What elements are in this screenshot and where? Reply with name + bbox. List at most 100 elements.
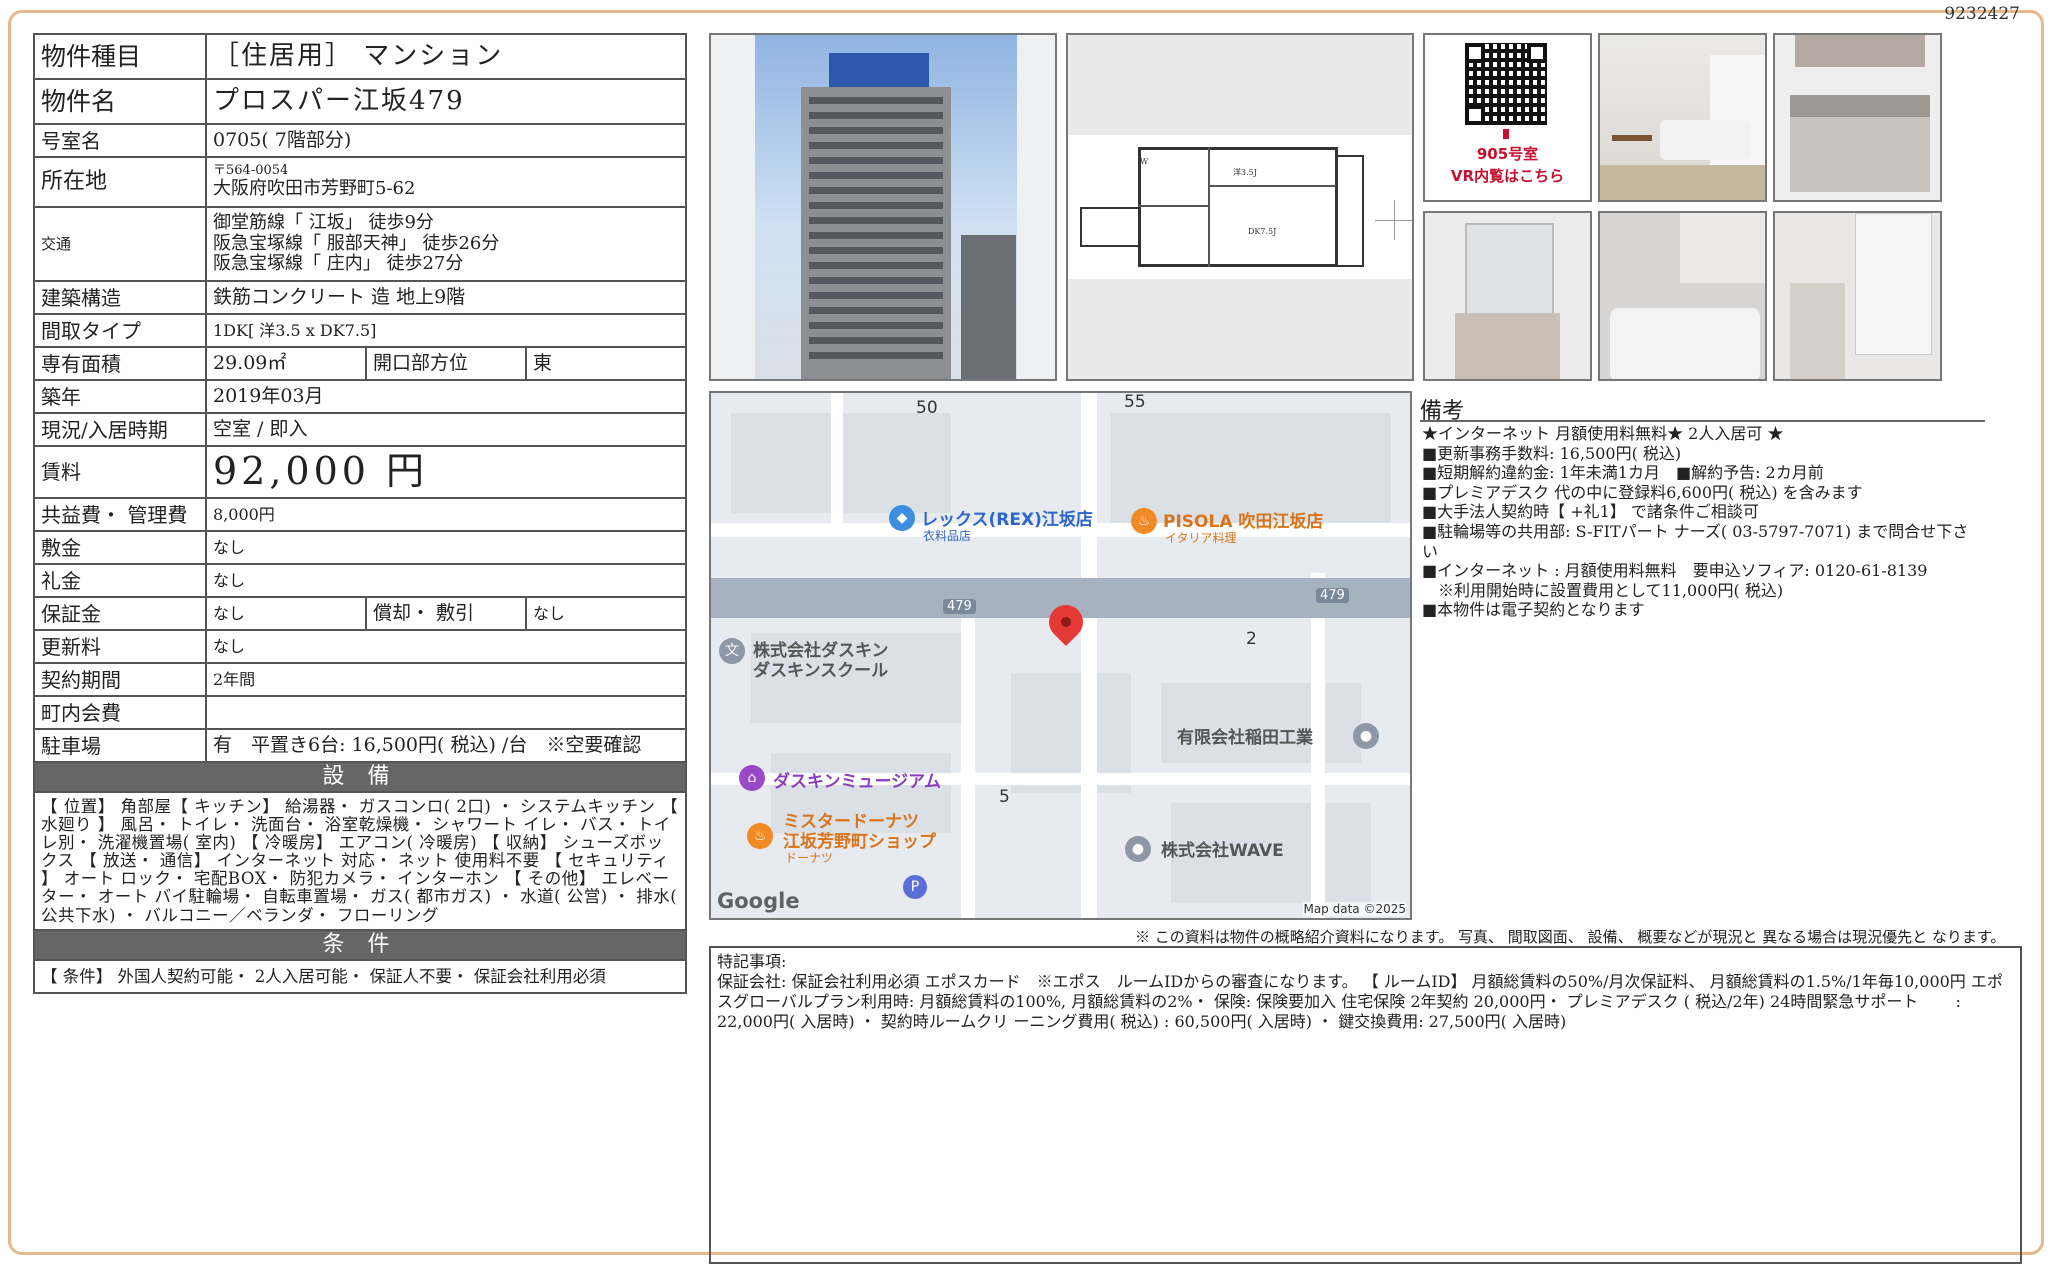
address-cell: 〒564-0054 大阪府吹田市芳野町5-62 bbox=[205, 156, 687, 208]
interior-photo-bedroom bbox=[1598, 33, 1767, 202]
note-line: ★インターネット 月額使用料無料★ 2人入居可 ★ bbox=[1422, 424, 1784, 443]
building-window bbox=[809, 97, 943, 104]
block-number: 55 bbox=[1124, 392, 1146, 412]
restaurant-icon: ♨ bbox=[1131, 508, 1157, 534]
building-window bbox=[809, 232, 943, 239]
qr-caption: VR内覧はこちら bbox=[1450, 167, 1565, 185]
building-window bbox=[809, 202, 943, 209]
area-label: 専有面積 bbox=[33, 346, 207, 381]
fee-label: 共益費・ 管理費 bbox=[33, 497, 207, 532]
shop-icon: ◆ bbox=[889, 505, 915, 531]
conditions-heading: 条 件 bbox=[33, 929, 687, 962]
room-label: 号室名 bbox=[33, 123, 207, 158]
built-value: 2019年03月 bbox=[205, 379, 687, 414]
building-window bbox=[809, 352, 943, 359]
name-label: 物件名 bbox=[33, 78, 207, 125]
deposit-value: なし bbox=[205, 530, 687, 565]
rent-value: 92,000 円 bbox=[205, 445, 687, 499]
poi-misdo-category: ドーナツ bbox=[785, 851, 834, 865]
rent-label: 賃料 bbox=[33, 445, 207, 499]
special-notes-text: 保証会社: 保証会社利用必須 エポスカード ※エポス ルームIDからの審査になり… bbox=[717, 972, 2003, 1031]
block-number: 50 bbox=[916, 398, 938, 418]
fee-value: 8,000円 bbox=[205, 497, 687, 532]
contract-label: 契約期間 bbox=[33, 662, 207, 697]
interior-photo-kitchen bbox=[1773, 33, 1942, 202]
orientation-label: 開口部方位 bbox=[365, 346, 527, 381]
note-line: ■本物件は電子契約となります bbox=[1422, 600, 1645, 620]
poi-duskin-sub: ダスキンスクール bbox=[753, 661, 889, 681]
orientation-value: 東 bbox=[525, 346, 687, 381]
poi-rex-sub: 衣料品店 bbox=[923, 529, 972, 543]
restaurant-icon: ♨ bbox=[747, 823, 773, 849]
building-window bbox=[809, 217, 943, 224]
guarantee-label: 保証金 bbox=[33, 596, 207, 631]
amort-value: なし bbox=[525, 596, 687, 631]
property-table: 物件種目 ［住居用］ マンション 物件名 プロスパー江坂479 号室名 0705… bbox=[33, 33, 687, 995]
conditions-text: 【 条件】 外国人契約可能・ 2人入居可能・ 保証人不要・ 保証会社利用必須 bbox=[33, 959, 687, 995]
note-line: ■インターネット : 月額使用料無料 要申込ソフィア: 0120-61-8139 bbox=[1422, 561, 1928, 581]
interior-photo-washroom bbox=[1423, 211, 1592, 381]
building-window bbox=[809, 112, 943, 119]
building-window bbox=[809, 277, 943, 284]
building-window bbox=[809, 187, 943, 194]
note-line: ■駐輪場等の共用部: S-FITパート ナーズ( 03-5797-7071) ま… bbox=[1422, 521, 1969, 561]
interior-photo-entrance bbox=[1773, 211, 1942, 381]
poi-museum[interactable]: ダスキンミュージアム bbox=[773, 767, 941, 792]
disclaimer: ※ この資料は物件の概略紹介資料になります。 写真、 間取図面、 設備、 概要な… bbox=[1135, 928, 2006, 946]
name-value: プロスパー江坂479 bbox=[205, 78, 687, 125]
status-value: 空室 / 即入 bbox=[205, 412, 687, 447]
address-value: 大阪府吹田市芳野町5-62 bbox=[213, 178, 416, 200]
map-attribution: Map data ©2025 bbox=[1303, 902, 1406, 916]
structure-label: 建築構造 bbox=[33, 280, 207, 315]
building-window bbox=[809, 292, 943, 299]
equipment-text: 【 位置】 角部屋【 キッチン】 給湯器・ ガスコンロ( 2口) ・ システムキ… bbox=[33, 791, 687, 932]
built-label: 築年 bbox=[33, 379, 207, 414]
key-money-value: なし bbox=[205, 563, 687, 598]
building-window bbox=[809, 322, 943, 329]
building-window bbox=[809, 307, 943, 314]
building-window bbox=[809, 247, 943, 254]
building-photo bbox=[709, 33, 1057, 381]
type-label: 物件種目 bbox=[33, 33, 207, 80]
equipment-heading: 設 備 bbox=[33, 760, 687, 794]
office-icon: 文 bbox=[719, 638, 745, 664]
parking-icon: P bbox=[903, 875, 927, 899]
zip-code: 〒564-0054 bbox=[213, 163, 289, 179]
parking-label: 駐車場 bbox=[33, 728, 207, 763]
contract-value: 2年間 bbox=[205, 662, 687, 697]
qr-code-panel[interactable]: 905号室 VR内覧はこちら bbox=[1423, 33, 1592, 202]
poi-inada[interactable]: 有限会社稲田工業 bbox=[1177, 723, 1313, 748]
community-label: 町内会費 bbox=[33, 695, 207, 730]
layout-label: 間取タイプ bbox=[33, 313, 207, 348]
road-number: 479 bbox=[1316, 588, 1349, 603]
poi-pisola-sub: イタリア料理 bbox=[1165, 531, 1237, 545]
building-window bbox=[809, 142, 943, 149]
transport-line: 御堂筋線「 江坂」 徒歩9分 bbox=[213, 211, 434, 233]
note-line: ■プレミアデスク 代の中に登録料6,600円( 税込) を含みます bbox=[1422, 482, 1863, 502]
status-label: 現況/入居時期 bbox=[33, 412, 207, 447]
qr-room-label: 905号室 bbox=[1476, 145, 1539, 163]
notes-divider bbox=[1420, 420, 1985, 422]
museum-icon: ⌂ bbox=[739, 765, 765, 791]
guarantee-value: なし bbox=[205, 596, 367, 631]
community-value bbox=[205, 695, 687, 730]
transport-line: 阪急宝塚線「 服部天神」 徒歩26分 bbox=[213, 232, 500, 254]
interior-photo-bathroom bbox=[1598, 211, 1767, 381]
office-icon: ● bbox=[1125, 836, 1151, 862]
deposit-label: 敷金 bbox=[33, 530, 207, 565]
amort-label: 償却・ 敷引 bbox=[365, 596, 527, 631]
notes-list: ★インターネット 月額使用料無料★ 2人入居可 ★ ■更新事務手数料: 16,5… bbox=[1422, 424, 1982, 620]
block-number: 5 bbox=[999, 787, 1010, 807]
building-window bbox=[809, 172, 943, 179]
poi-wave[interactable]: 株式会社WAVE bbox=[1161, 836, 1284, 861]
note-line: ■更新事務手数料: 16,500円( 税込) bbox=[1422, 443, 1682, 463]
parking-value: 有 平置き6台: 16,500円( 税込) /台 ※空要確認 bbox=[205, 728, 687, 763]
address-label: 所在地 bbox=[33, 156, 207, 208]
key-money-label: 礼金 bbox=[33, 563, 207, 598]
special-notes-box: 特記事項: 保証会社: 保証会社利用必須 エポスカード ※エポス ルームIDから… bbox=[709, 946, 2022, 1264]
renewal-value: なし bbox=[205, 629, 687, 664]
google-logo: Google bbox=[717, 889, 800, 913]
renewal-label: 更新料 bbox=[33, 629, 207, 664]
transport-cell: 御堂筋線「 江坂」 徒歩9分 阪急宝塚線「 服部天神」 徒歩26分 阪急宝塚線「… bbox=[205, 206, 687, 282]
location-map[interactable]: 50 55 2 5 479 479 ◆ レックス(REX)江坂店 衣料品店 ♨ … bbox=[709, 391, 1412, 920]
